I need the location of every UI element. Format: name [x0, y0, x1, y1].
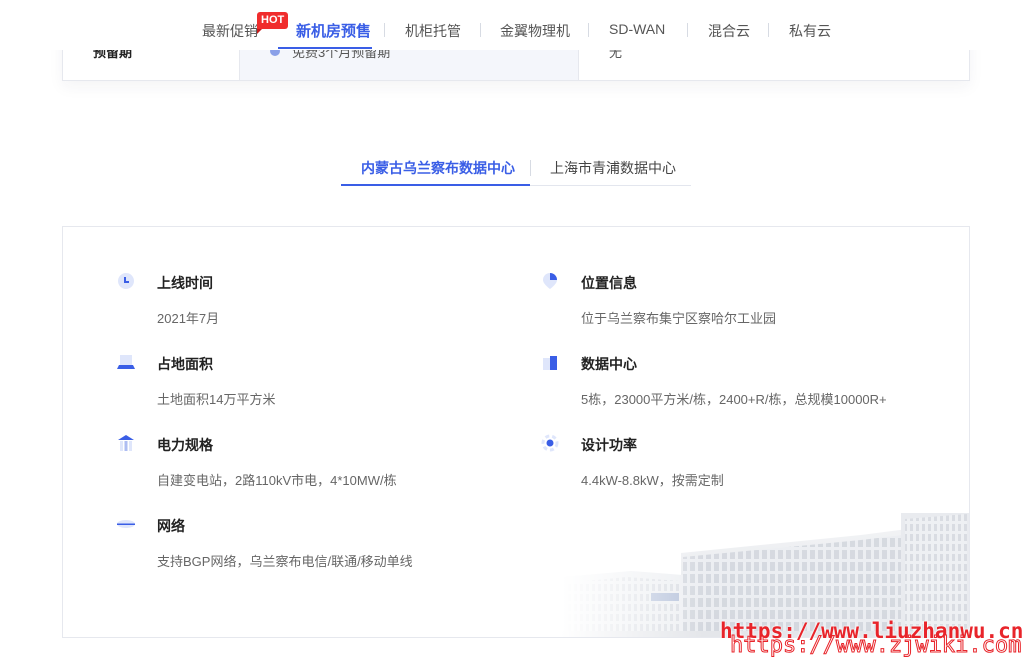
info-text: 2021年7月: [157, 311, 220, 326]
info-title: 设计功率: [581, 437, 637, 453]
tab-active-indicator: [341, 184, 530, 186]
nav-item-hybrid-cloud[interactable]: 混合云: [708, 21, 750, 41]
land-area-icon: [117, 355, 135, 369]
nav-item-new-datacenter-presale[interactable]: 新机房预售: [296, 20, 371, 41]
nav-divider: [480, 23, 481, 37]
nav-item-colocation[interactable]: 机柜托管: [405, 21, 461, 41]
info-title: 电力规格: [157, 437, 213, 453]
info-text: 5栋，23000平方米/栋，2400+R/栋，总规模10000R+: [581, 392, 887, 407]
nav-item-private-cloud[interactable]: 私有云: [789, 21, 831, 41]
info-network: 网络 支持BGP网络，乌兰察布电信/联通/移动单线: [117, 515, 517, 575]
datacenter-building-icon: [543, 356, 557, 370]
clock-icon: [118, 273, 134, 289]
info-land-area: 占地面积 土地面积14万平方米: [117, 353, 517, 413]
network-icon: [117, 520, 135, 528]
info-design-power: 设计功率 4.4kW-8.8kW，按需定制: [541, 434, 941, 494]
info-datacenter: 数据中心 5栋，23000平方米/栋，2400+R/栋，总规模10000R+: [541, 353, 941, 413]
info-location: 位置信息 位于乌兰察布集宁区察哈尔工业园: [541, 272, 941, 332]
nav-divider: [588, 23, 589, 37]
info-text: 4.4kW-8.8kW，按需定制: [581, 473, 724, 488]
nav-divider: [768, 23, 769, 37]
product-subnav: 最新促销 HOT 新机房预售 机柜托管 金翼物理机 SD-WAN 混合云 私有云: [0, 0, 1024, 50]
nav-item-promotions[interactable]: 最新促销: [202, 21, 258, 41]
info-text: 土地面积14万平方米: [157, 392, 276, 407]
info-title: 上线时间: [157, 275, 213, 291]
tab-divider: [530, 160, 531, 176]
info-title: 数据中心: [581, 356, 637, 372]
info-title: 网络: [157, 518, 185, 534]
nav-item-bare-metal[interactable]: 金翼物理机: [500, 21, 570, 41]
watermark-zjwiki: https://www.zjwiki.com: [729, 633, 1022, 659]
tab-shanghai-qingpu[interactable]: 上海市青浦数据中心: [550, 158, 676, 178]
info-text: 支持BGP网络，乌兰察布电信/联通/移动单线: [157, 554, 413, 569]
info-title: 占地面积: [157, 356, 213, 372]
nav-divider: [687, 23, 688, 37]
power-design-icon: [541, 434, 559, 452]
info-power-spec: 电力规格 自建变电站，2路110kV市电，4*10MW/栋: [117, 434, 517, 494]
nav-active-indicator: [278, 47, 372, 49]
tab-inner-mongolia-ulanqab[interactable]: 内蒙古乌兰察布数据中心: [361, 158, 515, 178]
nav-divider: [384, 23, 385, 37]
info-title: 位置信息: [581, 275, 637, 291]
hot-badge: HOT: [257, 12, 289, 34]
info-launch-time: 上线时间 2021年7月: [117, 272, 517, 332]
info-text: 自建变电站，2路110kV市电，4*10MW/栋: [157, 473, 397, 488]
nav-item-sdwan[interactable]: SD-WAN: [609, 21, 665, 37]
location-pin-icon: [543, 273, 557, 289]
power-station-icon: [118, 435, 134, 451]
datacenter-info-card: 上线时间 2021年7月 占地面积 土地面积14万平方米 电力规格 自建变电站，…: [62, 226, 970, 638]
info-text: 位于乌兰察布集宁区察哈尔工业园: [581, 311, 777, 326]
